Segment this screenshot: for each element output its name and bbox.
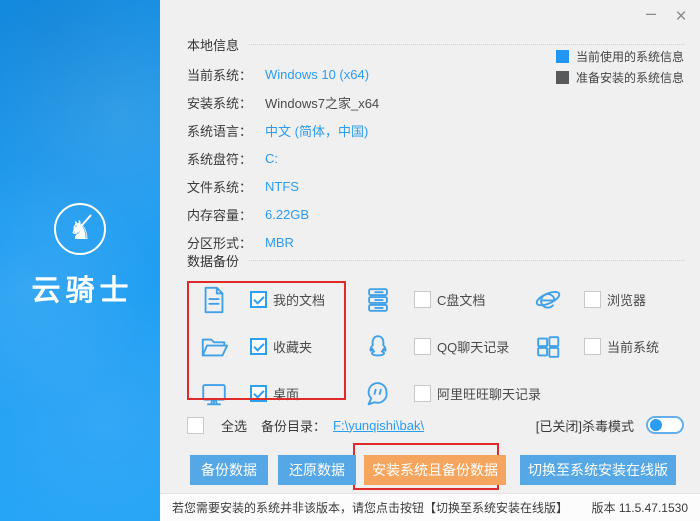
backup-options-row: 全选 备份目录： F:\yunqishi\bak\ [已关闭]杀毒模式 bbox=[187, 412, 684, 438]
info-row-language: 系统语言： 中文 (简体，中国) bbox=[187, 116, 684, 144]
info-label: 文件系统： bbox=[187, 179, 253, 195]
knight-horse-logo-icon: ♞ bbox=[54, 203, 106, 255]
data-backup-title: 数据备份 bbox=[187, 253, 240, 269]
info-value: MBR bbox=[265, 234, 294, 250]
backup-item-my-documents: 我的文档 bbox=[187, 285, 351, 315]
data-backup-section-header: 数据备份 bbox=[187, 252, 684, 269]
minimize-icon[interactable]: – bbox=[640, 4, 662, 28]
backup-item-label: 当前系统 bbox=[607, 340, 660, 355]
info-row-drive-letter: 系统盘符： C: bbox=[187, 144, 684, 172]
legend-install-system: 准备安装的系统信息 bbox=[555, 67, 684, 88]
footer-hint: 若您需要安装的系统并非该版本，请您点击按钮【切换至系统安装在线版】 bbox=[172, 501, 569, 515]
checkbox-select-all[interactable] bbox=[187, 416, 204, 434]
checkbox-wangwang-history[interactable] bbox=[414, 385, 431, 402]
info-value: Windows 10 (x64) bbox=[265, 66, 370, 82]
backup-item-label: 阿里旺旺聊天记录 bbox=[437, 387, 542, 402]
backup-dir-label: 备份目录： bbox=[261, 418, 327, 434]
info-label: 系统语言： bbox=[187, 123, 253, 139]
version-label: 版本 11.5.47.1530 bbox=[591, 501, 688, 515]
brand-name: 云骑士 bbox=[31, 275, 134, 307]
dotted-divider bbox=[249, 259, 684, 261]
backup-item-browser: 浏览器 bbox=[521, 285, 659, 315]
install-and-backup-button[interactable]: 安装系统且备份数据 bbox=[364, 455, 506, 485]
legend-current-system: 当前使用的系统信息 bbox=[555, 46, 684, 67]
local-info-rows: 当前系统： Windows 10 (x64) 安装系统： Windows7之家_… bbox=[187, 60, 684, 256]
checkbox-c-drive-docs[interactable] bbox=[414, 291, 431, 308]
svg-text:♞: ♞ bbox=[68, 216, 91, 246]
wangwang-icon bbox=[363, 379, 393, 409]
backup-item-qq-history: QQ聊天记录 bbox=[351, 332, 521, 362]
info-label: 当前系统： bbox=[187, 67, 253, 83]
ie-browser-icon bbox=[533, 285, 563, 315]
toggle-knob bbox=[650, 419, 662, 431]
switch-online-install-button[interactable]: 切换至系统安装在线版 bbox=[520, 455, 676, 485]
backup-data-button[interactable]: 备份数据 bbox=[190, 455, 268, 485]
local-info-title: 本地信息 bbox=[187, 37, 240, 53]
checkbox-browser[interactable] bbox=[584, 291, 601, 308]
legend-blue-swatch bbox=[555, 50, 569, 63]
backup-items-grid: 我的文档 收藏夹 桌面 C盘文档 QQ聊天记录 阿里旺旺聊天记录 浏览器 当前系… bbox=[187, 276, 659, 417]
info-row-memory: 内存容量： 6.22GB bbox=[187, 200, 684, 228]
legend-label: 准备安装的系统信息 bbox=[575, 71, 684, 85]
antivirus-toggle[interactable] bbox=[646, 416, 684, 434]
document-icon bbox=[199, 285, 229, 315]
info-label: 安装系统： bbox=[187, 95, 253, 111]
info-row-filesystem: 文件系统： NTFS bbox=[187, 172, 684, 200]
folder-icon bbox=[199, 332, 229, 362]
qq-icon bbox=[363, 332, 393, 362]
legend-label: 当前使用的系统信息 bbox=[575, 50, 684, 64]
backup-item-wangwang-history: 阿里旺旺聊天记录 bbox=[351, 379, 541, 409]
info-label: 内存容量： bbox=[187, 207, 253, 223]
backup-item-favorites: 收藏夹 bbox=[187, 332, 351, 362]
backup-item-label: 收藏夹 bbox=[273, 340, 313, 355]
checkbox-current-system[interactable] bbox=[584, 338, 601, 355]
checkbox-favorites[interactable] bbox=[250, 338, 267, 355]
antivirus-mode-label: [已关闭]杀毒模式 bbox=[535, 418, 634, 434]
action-buttons-row: 备份数据 还原数据 安装系统且备份数据 切换至系统安装在线版 bbox=[190, 455, 676, 485]
select-all-label: 全选 bbox=[221, 418, 248, 434]
info-value: 中文 (简体，中国) bbox=[265, 123, 369, 139]
window-controls: – × bbox=[640, 4, 692, 28]
info-value: C: bbox=[265, 150, 278, 166]
backup-item-label: C盘文档 bbox=[437, 293, 486, 308]
checkbox-desktop[interactable] bbox=[250, 385, 267, 402]
checkbox-my-documents[interactable] bbox=[250, 291, 267, 308]
antivirus-control: [已关闭]杀毒模式 bbox=[536, 416, 684, 435]
legend-gray-swatch bbox=[555, 71, 569, 84]
dotted-divider bbox=[249, 43, 684, 45]
windows-icon bbox=[533, 332, 563, 362]
info-value: Windows7之家_x64 bbox=[265, 95, 380, 111]
backup-item-label: 桌面 bbox=[273, 387, 300, 402]
sidebar: ♞ 云骑士 bbox=[0, 0, 160, 521]
brand-block: ♞ 云骑士 bbox=[0, 203, 160, 309]
backup-item-current-system: 当前系统 bbox=[521, 332, 659, 362]
info-label: 系统盘符： bbox=[187, 151, 253, 167]
info-row-install-os: 安装系统： Windows7之家_x64 bbox=[187, 88, 684, 116]
status-bar: 若您需要安装的系统并非该版本，请您点击按钮【切换至系统安装在线版】 版本 11.… bbox=[160, 493, 700, 521]
desktop-icon bbox=[199, 379, 229, 409]
legend: 当前使用的系统信息 准备安装的系统信息 bbox=[555, 46, 684, 88]
info-value: 6.22GB bbox=[265, 206, 310, 222]
info-label: 分区形式： bbox=[187, 235, 253, 251]
info-value: NTFS bbox=[265, 178, 299, 194]
backup-item-label: QQ聊天记录 bbox=[437, 340, 510, 355]
backup-dir-link[interactable]: F:\yunqishi\bak\ bbox=[333, 418, 424, 433]
backup-item-c-drive-docs: C盘文档 bbox=[351, 285, 521, 315]
restore-data-button[interactable]: 还原数据 bbox=[278, 455, 356, 485]
close-icon[interactable]: × bbox=[670, 4, 692, 28]
main-panel: – × 本地信息 当前系统： Windows 10 (x64) 安装系统： Wi… bbox=[160, 0, 700, 521]
backup-item-label: 浏览器 bbox=[607, 293, 647, 308]
backup-item-label: 我的文档 bbox=[273, 293, 326, 308]
drive-stack-icon bbox=[363, 285, 393, 315]
checkbox-qq-history[interactable] bbox=[414, 338, 431, 355]
backup-item-desktop: 桌面 bbox=[187, 379, 351, 409]
